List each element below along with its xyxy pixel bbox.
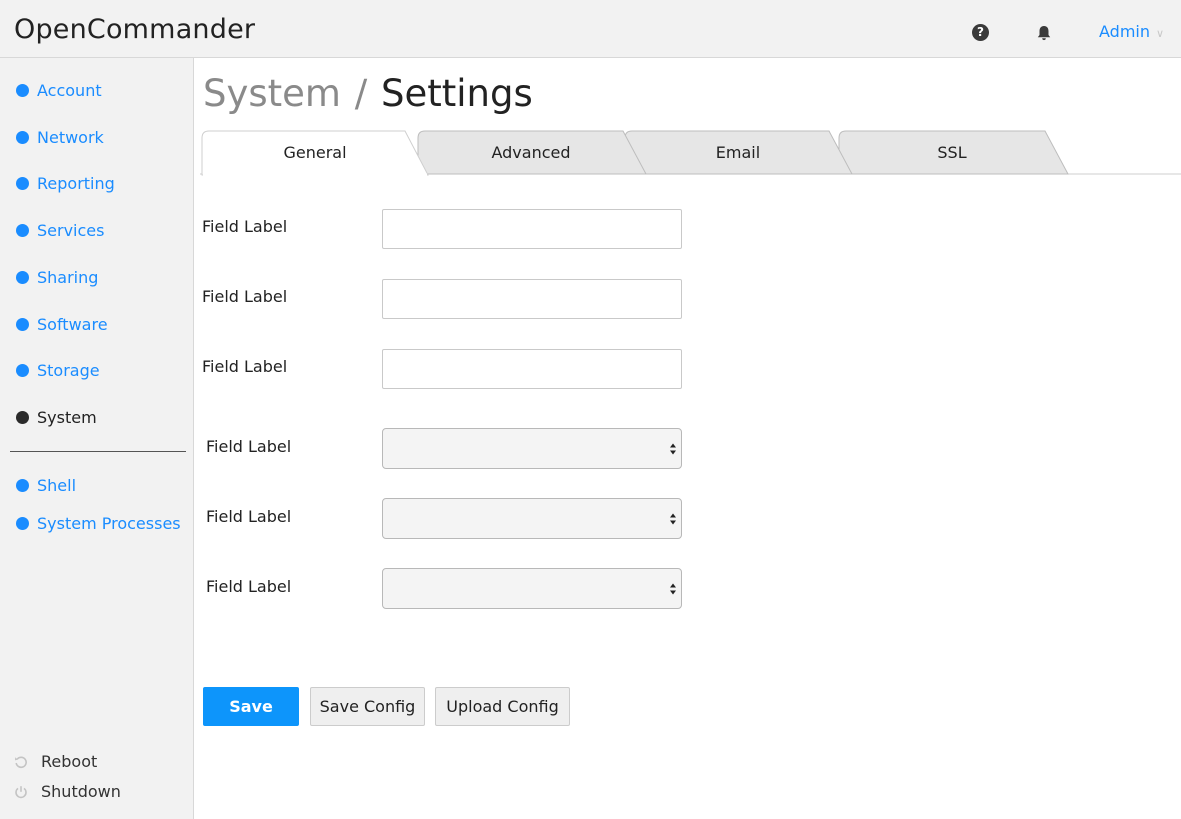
sidebar: Account Network Reporting Services Shari… [0, 58, 194, 819]
sidebar-item-label: Sharing [37, 268, 99, 287]
tab-advanced[interactable]: Advanced [418, 143, 644, 163]
sidebar-item-label: Account [37, 81, 102, 100]
select-field-1[interactable] [382, 428, 682, 469]
field-label: Field Label [206, 507, 292, 526]
bullet-icon [16, 177, 29, 190]
chevron-down-icon: ∨ [1156, 27, 1165, 40]
bullet-icon [16, 411, 29, 424]
bullet-icon [16, 271, 29, 284]
sidebar-item-system[interactable]: System [16, 408, 97, 428]
bell-icon[interactable] [1035, 24, 1053, 42]
breadcrumb-current: Settings [380, 72, 533, 115]
tab-ssl[interactable]: SSL [839, 143, 1065, 163]
bullet-icon [16, 224, 29, 237]
shutdown-button[interactable]: Shutdown [14, 782, 121, 802]
sidebar-item-label: Network [37, 128, 104, 147]
breadcrumb-separator: / [354, 72, 368, 115]
sidebar-item-storage[interactable]: Storage [16, 361, 100, 381]
field-label: Field Label [202, 217, 288, 236]
breadcrumb-parent[interactable]: System [203, 72, 341, 115]
sidebar-item-network[interactable]: Network [16, 128, 104, 148]
reboot-label: Reboot [41, 752, 98, 771]
sidebar-item-label: Services [37, 221, 105, 240]
field-label: Field Label [202, 287, 288, 306]
sidebar-item-services[interactable]: Services [16, 221, 104, 241]
sidebar-item-label: Shell [37, 476, 77, 495]
sidebar-item-software[interactable]: Software [16, 315, 108, 335]
bullet-icon [16, 131, 29, 144]
select-field-2[interactable] [382, 498, 682, 539]
sidebar-item-shell[interactable]: Shell [16, 476, 76, 496]
sidebar-divider [10, 451, 186, 452]
sidebar-item-system-processes[interactable]: System Processes [16, 514, 181, 534]
app-title: OpenCommander [14, 14, 256, 45]
user-menu[interactable]: Admin ∨ [1099, 22, 1164, 41]
tab-email[interactable]: Email [625, 143, 851, 163]
bullet-icon [16, 479, 29, 492]
sidebar-item-label: System Processes [37, 514, 181, 533]
select-arrows-icon [670, 583, 676, 595]
user-name: Admin [1099, 22, 1150, 41]
bullet-icon [16, 318, 29, 331]
sidebar-item-label: Software [37, 315, 108, 334]
sidebar-item-label: Reporting [37, 174, 115, 193]
select-field-3[interactable] [382, 568, 682, 609]
field-label: Field Label [206, 577, 292, 596]
reboot-icon [15, 756, 27, 769]
bullet-icon [16, 517, 29, 530]
power-icon [15, 786, 27, 799]
sidebar-item-reporting[interactable]: Reporting [16, 174, 115, 194]
page-title: System / Settings [203, 72, 533, 115]
save-button[interactable]: Save [203, 687, 299, 726]
shutdown-label: Shutdown [41, 782, 121, 801]
bullet-icon [16, 84, 29, 97]
text-field-1[interactable] [382, 209, 682, 249]
reboot-button[interactable]: Reboot [14, 752, 97, 772]
field-label: Field Label [202, 357, 288, 376]
tab-general[interactable]: General [202, 143, 428, 163]
sidebar-item-label: Storage [37, 361, 100, 380]
field-label: Field Label [206, 437, 292, 456]
select-arrows-icon [670, 443, 676, 455]
sidebar-item-label: System [37, 408, 97, 427]
bullet-icon [16, 364, 29, 377]
sidebar-item-sharing[interactable]: Sharing [16, 268, 98, 288]
sidebar-item-account[interactable]: Account [16, 81, 102, 101]
top-header: OpenCommander ? Admin ∨ [0, 0, 1181, 58]
upload-config-button[interactable]: Upload Config [435, 687, 570, 726]
select-arrows-icon [670, 513, 676, 525]
save-config-button[interactable]: Save Config [310, 687, 425, 726]
text-field-3[interactable] [382, 349, 682, 389]
text-field-2[interactable] [382, 279, 682, 319]
help-icon[interactable]: ? [972, 24, 989, 41]
